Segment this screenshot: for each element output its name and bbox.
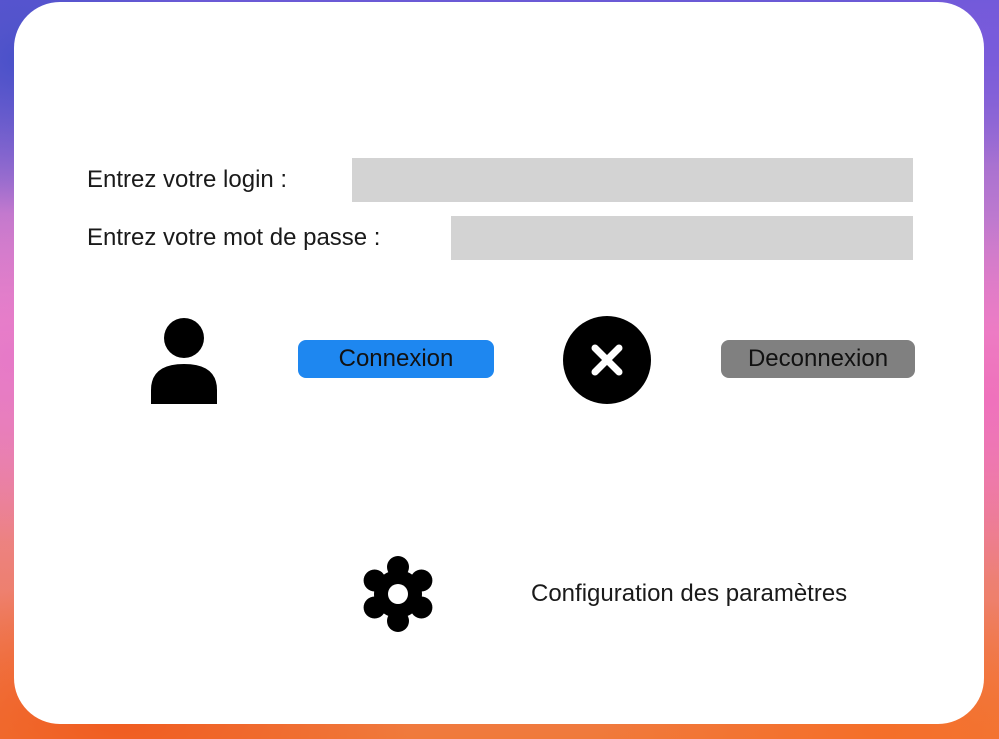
- user-icon: [148, 316, 220, 411]
- password-label: Entrez votre mot de passe :: [87, 224, 381, 251]
- disconnect-button[interactable]: Deconnexion: [721, 340, 915, 378]
- close-circle-icon[interactable]: [563, 316, 651, 409]
- password-input[interactable]: [451, 216, 913, 260]
- connect-button[interactable]: Connexion: [298, 340, 494, 378]
- gear-icon[interactable]: [360, 556, 436, 637]
- settings-link[interactable]: Configuration des paramètres: [531, 574, 847, 614]
- login-label: Entrez votre login :: [87, 166, 288, 193]
- login-dialog: Entrez votre login : Entrez votre mot de…: [14, 2, 984, 724]
- login-input[interactable]: [352, 158, 913, 202]
